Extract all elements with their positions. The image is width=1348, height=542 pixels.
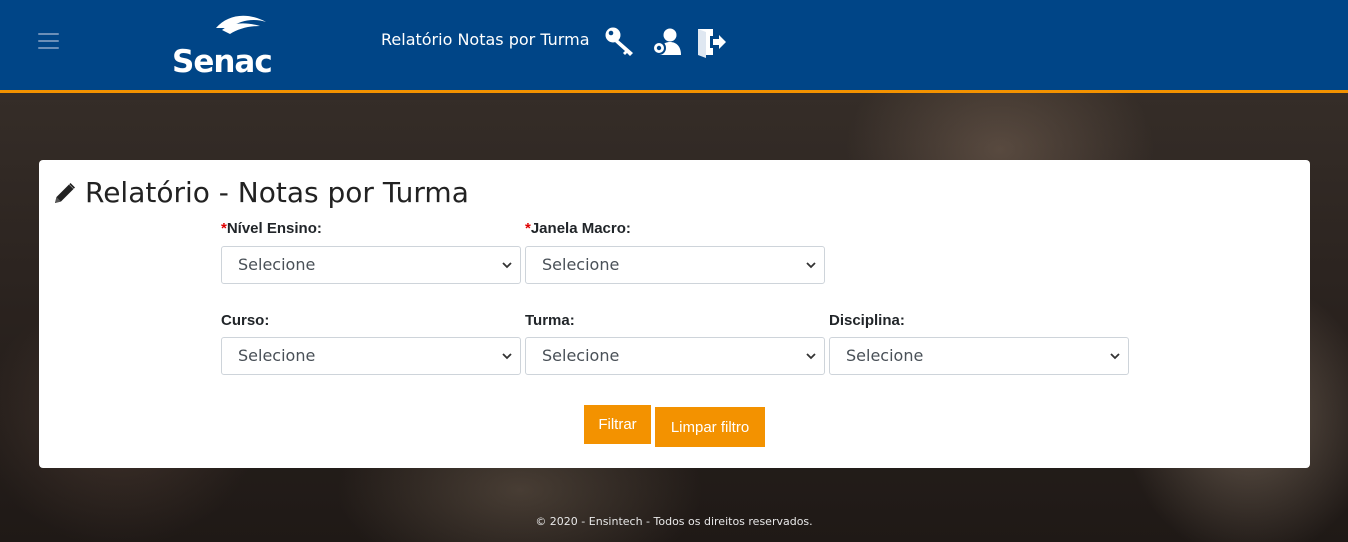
disciplina-label: Disciplina:: [829, 312, 905, 329]
svg-text:Senac: Senac: [172, 44, 272, 76]
disciplina-select[interactable]: Selecione: [829, 337, 1129, 375]
header-title: Relatório Notas por Turma: [381, 30, 590, 49]
turma-value: Selecione: [542, 346, 620, 365]
janela-macro-select[interactable]: Selecione: [525, 246, 825, 284]
top-navbar: Senac Relatório Notas por Turma: [0, 0, 1348, 93]
turma-label: Turma:: [525, 312, 575, 329]
user-settings-icon[interactable]: [650, 25, 684, 59]
chevron-down-icon: [806, 262, 816, 269]
curso-label: Curso:: [221, 312, 270, 329]
menu-icon[interactable]: [38, 33, 59, 50]
chevron-down-icon: [502, 353, 512, 360]
chevron-down-icon: [502, 262, 512, 269]
clear-filter-button[interactable]: Limpar filtro: [655, 407, 765, 447]
footer-copyright: © 2020 - Ensintech - Todos os direitos r…: [535, 515, 813, 528]
nivel-ensino-label-text: Nível Ensino:: [226, 220, 322, 237]
janela-macro-label-text: Janela Macro:: [530, 220, 631, 237]
senac-logo: Senac: [172, 15, 273, 76]
pencil-icon: [55, 182, 75, 203]
report-card: Relatório - Notas por Turma *Nível Ensin…: [39, 160, 1310, 468]
page-title: Relatório - Notas por Turma: [53, 176, 469, 209]
filter-button[interactable]: Filtrar: [584, 405, 651, 444]
chevron-down-icon: [1110, 353, 1120, 360]
page-title-text: Relatório - Notas por Turma: [85, 176, 469, 209]
turma-select[interactable]: Selecione: [525, 337, 825, 375]
janela-macro-label: *Janela Macro:: [525, 220, 631, 237]
disciplina-value: Selecione: [846, 346, 924, 365]
nivel-ensino-select[interactable]: Selecione: [221, 246, 521, 284]
key-icon[interactable]: [603, 25, 637, 59]
chevron-down-icon: [806, 353, 816, 360]
janela-macro-value: Selecione: [542, 255, 620, 274]
curso-select[interactable]: Selecione: [221, 337, 521, 375]
logout-icon[interactable]: [694, 25, 728, 59]
nivel-ensino-label: *Nível Ensino:: [221, 220, 322, 237]
nivel-ensino-value: Selecione: [238, 255, 316, 274]
curso-value: Selecione: [238, 346, 316, 365]
